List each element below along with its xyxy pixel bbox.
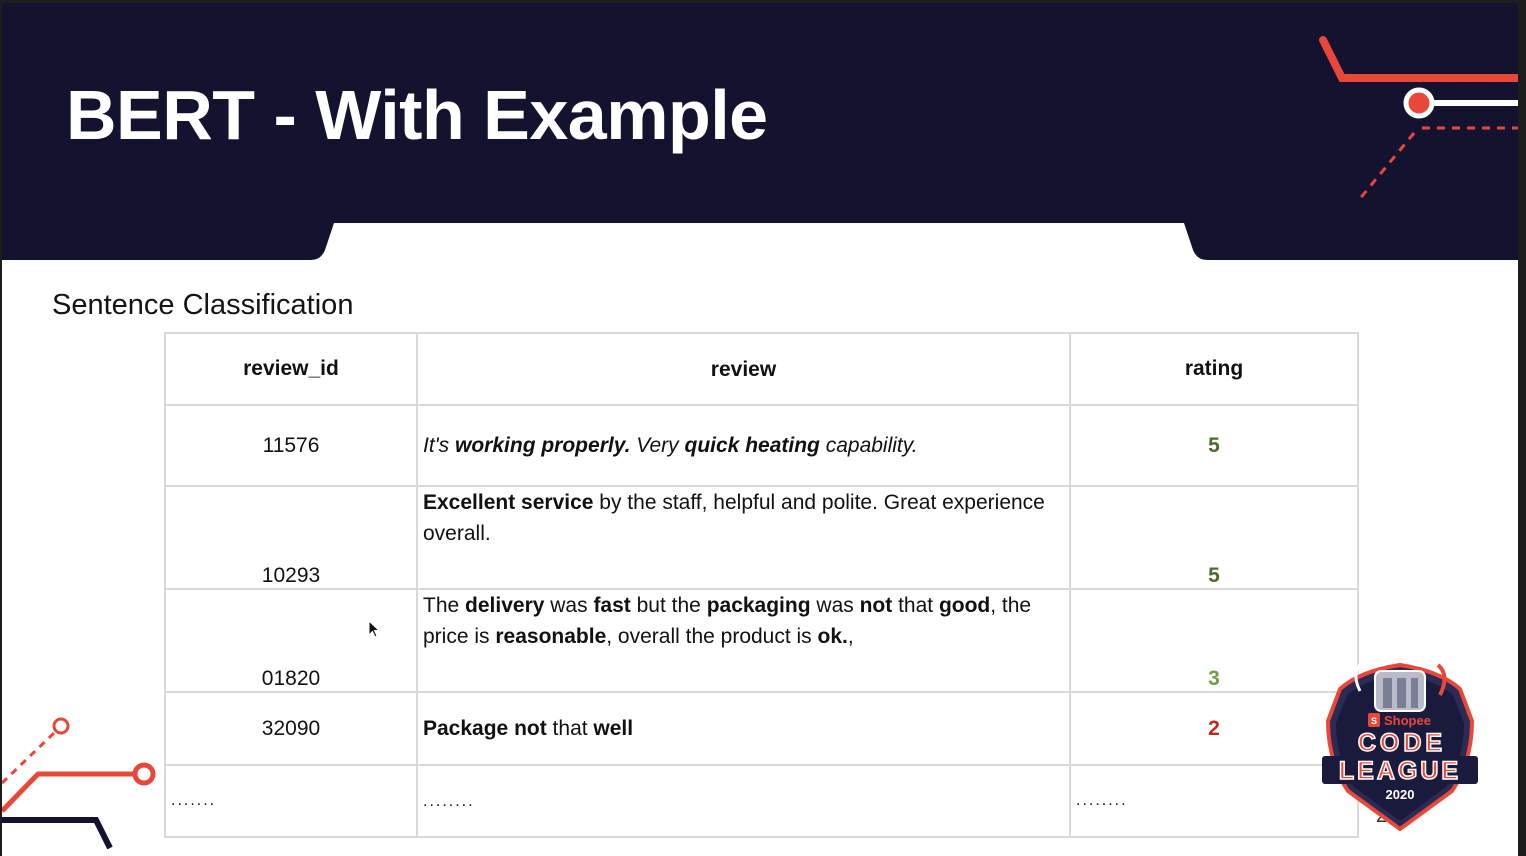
review-text-segment: that — [892, 594, 939, 617]
review-text-segment: working properly. — [455, 434, 631, 457]
rating-cell: 2 — [1069, 691, 1359, 766]
ellipsis-cell: ........ — [1069, 764, 1359, 838]
review-table: review_id review rating 11576 It's worki… — [164, 332, 1359, 838]
table-row-ellipsis: ....... ........ ........ — [164, 764, 1359, 838]
slide-title: BERT - With Example — [66, 76, 768, 154]
column-header-review: review — [416, 332, 1071, 406]
review-id-cell: 32090 — [164, 691, 418, 766]
review-text-segment: ok. — [817, 625, 848, 648]
review-text-segment: packaging — [706, 594, 811, 617]
review-text-segment: , overall the product is — [606, 625, 818, 648]
circuit-decoration-bottom-left — [2, 717, 156, 850]
ellipsis-cell: ........ — [416, 764, 1071, 838]
review-text-segment: Very — [630, 434, 685, 457]
slide: BERT - With Example Sentence Classificat… — [2, 3, 1518, 856]
table-row: 10293 Excellent service by the staff, he… — [164, 485, 1359, 590]
review-text-segment: not — [859, 594, 893, 617]
review-id-cell: 11576 — [164, 404, 418, 487]
badge-year-text: 2020 — [1386, 787, 1415, 802]
review-text-segment: but the — [630, 594, 707, 617]
code-league-badge-logo: S Shopee CODE LEAGUE 2020 — [1322, 659, 1478, 831]
review-text-segment: well — [593, 717, 634, 740]
review-text-segment: good — [938, 594, 991, 617]
review-text-cell: The delivery was fast but the packaging … — [416, 588, 1071, 693]
review-text-segment: The — [423, 594, 466, 617]
review-text-cell: Excellent service by the staff, helpful … — [416, 485, 1071, 590]
section-subtitle: Sentence Classification — [52, 289, 354, 321]
review-text-segment: was — [544, 594, 594, 617]
table-header-row: review_id review rating — [164, 332, 1359, 406]
column-header-review-id: review_id — [164, 332, 418, 406]
badge-code-text: CODE — [1358, 729, 1446, 757]
review-text-segment: Excellent service — [423, 491, 594, 514]
review-text-segment: was — [810, 594, 860, 617]
rating-cell: 5 — [1069, 485, 1359, 590]
review-text-segment: delivery — [465, 594, 545, 617]
review-text-segment: that — [546, 717, 594, 740]
review-text-segment: capability. — [819, 434, 918, 457]
review-text-segment: fast — [593, 594, 631, 617]
mouse-cursor-icon — [368, 620, 381, 638]
review-text-segment: reasonable — [495, 625, 607, 648]
ellipsis-cell: ....... — [164, 764, 418, 838]
badge-league-text: LEAGUE — [1339, 757, 1461, 785]
review-id-cell: 01820 — [164, 588, 418, 693]
review-text-cell: Package not that well — [416, 691, 1071, 766]
review-text-segment: , — [847, 625, 854, 648]
review-id-cell: 10293 — [164, 485, 418, 590]
review-text-segment: quick heating — [684, 434, 820, 457]
review-text-segment: It's — [423, 434, 456, 457]
rating-cell: 3 — [1069, 588, 1359, 693]
review-text-cell: It's working properly. Very quick heatin… — [416, 404, 1071, 487]
table-row: 32090 Package not that well 2 — [164, 691, 1359, 766]
svg-text:S: S — [1371, 716, 1377, 726]
rating-cell: 5 — [1069, 404, 1359, 487]
table-row: 11576 It's working properly. Very quick … — [164, 404, 1359, 487]
column-header-rating: rating — [1069, 332, 1359, 406]
review-text-segment: Package not — [423, 717, 547, 740]
badge-brand-text: Shopee — [1384, 713, 1431, 728]
table-row: 01820 The delivery was fast but the pack… — [164, 588, 1359, 693]
